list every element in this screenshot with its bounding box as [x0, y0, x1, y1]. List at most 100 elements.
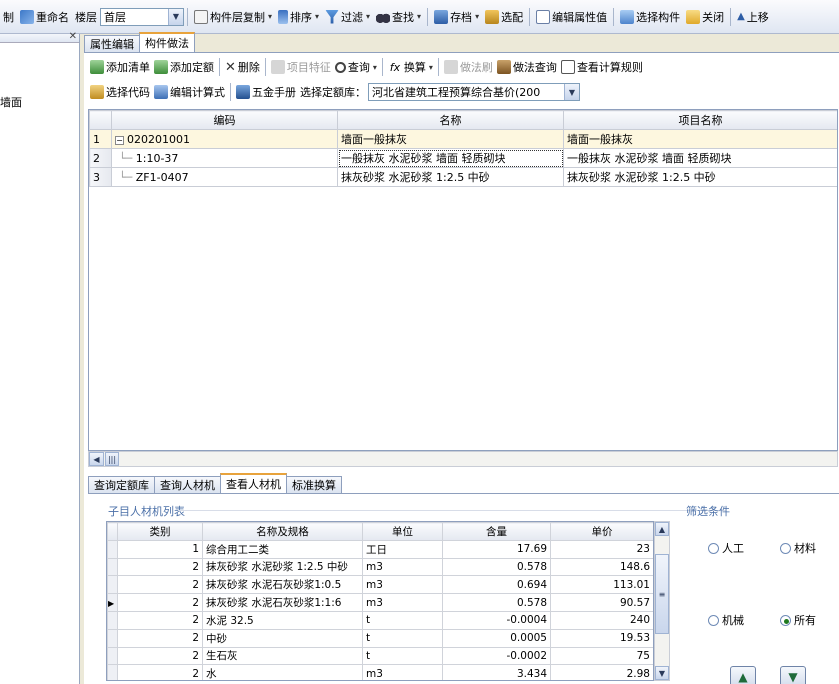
table-row[interactable]: 1 −020201001 墙面一般抹灰 墙面一般抹灰: [89, 129, 837, 149]
table-row[interactable]: ▶ 2 抹灰砂浆 水泥石灰砂浆1:1:6 m3 0.578 90.57: [107, 593, 653, 612]
scroll-thumb[interactable]: |||: [105, 452, 119, 466]
column-header-spec[interactable]: 名称及规格: [202, 522, 363, 541]
vertical-scrollbar[interactable]: ▲ ≡ ▼: [654, 521, 670, 681]
cell-price[interactable]: 2.98: [550, 664, 653, 680]
chevron-down-icon[interactable]: ▼: [564, 84, 579, 100]
cell-name[interactable]: 抹灰砂浆 水泥砂浆 1:2.5 中砂: [337, 167, 564, 187]
cell-unit[interactable]: m3: [362, 664, 443, 680]
cell-price[interactable]: 23: [550, 539, 653, 559]
row-number[interactable]: 1: [89, 129, 112, 149]
cell-qty[interactable]: -0.0002: [442, 646, 551, 666]
table-row[interactable]: 3 └─ ZF1-0407 抹灰砂浆 水泥砂浆 1:2.5 中砂 抹灰砂浆 水泥…: [89, 167, 837, 187]
row-indicator[interactable]: [107, 628, 118, 648]
add-list-button[interactable]: 添加清单: [88, 56, 152, 78]
horizontal-scrollbar[interactable]: ◀ |||: [88, 451, 838, 467]
row-indicator[interactable]: [107, 610, 118, 630]
cell-category[interactable]: 2: [117, 664, 203, 680]
tree-item-wall-surface[interactable]: 墙面: [0, 94, 22, 110]
row-number[interactable]: 2: [89, 148, 112, 168]
rename-button[interactable]: 重命名: [17, 6, 72, 28]
cell-qty[interactable]: 3.434: [442, 664, 551, 680]
cell-code[interactable]: └─ 1:10-37: [111, 148, 338, 168]
tab-view-resources[interactable]: 查看人材机: [220, 473, 287, 493]
cell-code[interactable]: −020201001: [111, 129, 338, 149]
cell-category[interactable]: 2: [117, 628, 203, 648]
close-icon[interactable]: ✕: [69, 31, 77, 42]
hardware-manual-button[interactable]: 五金手册: [234, 81, 298, 103]
cell-price[interactable]: 75: [550, 646, 653, 666]
row-indicator[interactable]: [107, 646, 118, 666]
archive-button[interactable]: 存档 ▾: [431, 6, 482, 28]
table-row[interactable]: 2 └─ 1:10-37 一般抹灰 水泥砂浆 墙面 轻质砌块 一般抹灰 水泥砂浆…: [89, 148, 837, 168]
column-header-price[interactable]: 单价: [550, 522, 653, 541]
column-header-project[interactable]: 项目名称: [563, 110, 837, 130]
table-row[interactable]: 2 中砂 t 0.0005 19.53: [107, 628, 653, 648]
cell-spec[interactable]: 综合用工二类: [202, 539, 363, 559]
row-indicator[interactable]: [107, 539, 118, 559]
cell-price[interactable]: 148.6: [550, 557, 653, 577]
cell-qty[interactable]: 0.0005: [442, 628, 551, 648]
table-row[interactable]: 2 生石灰 t -0.0002 75: [107, 646, 653, 666]
cell-category[interactable]: 2: [117, 646, 203, 666]
move-up-button[interactable]: ▲ 上移: [734, 6, 772, 28]
tab-attribute-edit[interactable]: 属性编辑: [84, 35, 140, 52]
find-button[interactable]: 查找 ▾: [373, 6, 424, 28]
select-code-button[interactable]: 选择代码: [88, 81, 152, 103]
method-query-button[interactable]: 做法查询: [495, 56, 559, 78]
filter-radio-material[interactable]: 材料: [780, 540, 816, 556]
cell-unit[interactable]: t: [362, 610, 443, 630]
row-indicator[interactable]: ▶: [107, 593, 118, 612]
cell-spec[interactable]: 抹灰砂浆 水泥砂浆 1:2.5 中砂: [202, 557, 363, 577]
collapse-icon[interactable]: −: [115, 135, 124, 145]
move-up-row-button[interactable]: ▲: [730, 666, 756, 684]
column-header-qty[interactable]: 含量: [442, 522, 551, 541]
cell-price[interactable]: 19.53: [550, 628, 653, 648]
sort-button[interactable]: 排序 ▾: [275, 6, 322, 28]
table-row[interactable]: 2 水泥 32.5 t -0.0004 240: [107, 610, 653, 630]
filter-radio-machine[interactable]: 机械: [708, 612, 744, 628]
table-row[interactable]: 2 抹灰砂浆 水泥石灰砂浆1:0.5 m3 0.694 113.01: [107, 575, 653, 595]
cell-spec[interactable]: 水: [202, 664, 363, 680]
tab-query-quota-lib[interactable]: 查询定额库: [88, 476, 155, 493]
cell-project[interactable]: 抹灰砂浆 水泥砂浆 1:2.5 中砂: [563, 167, 837, 187]
close-button[interactable]: 关闭: [683, 6, 727, 28]
filter-radio-all[interactable]: 所有: [780, 612, 816, 628]
match-button[interactable]: 选配: [482, 6, 526, 28]
row-indicator[interactable]: [107, 664, 118, 680]
column-header-unit[interactable]: 单位: [362, 522, 443, 541]
row-indicator[interactable]: [107, 557, 118, 577]
cell-price[interactable]: 113.01: [550, 575, 653, 595]
edit-attribute-button[interactable]: 编辑属性值: [533, 6, 610, 28]
convert-button[interactable]: fx 换算 ▾: [386, 56, 435, 78]
cell-unit[interactable]: m3: [362, 557, 443, 577]
tab-standard-convert[interactable]: 标准换算: [286, 476, 342, 493]
quota-lib-select[interactable]: 河北省建筑工程预算综合基价(200 ▼: [368, 83, 580, 101]
cell-spec[interactable]: 生石灰: [202, 646, 363, 666]
row-number[interactable]: 3: [89, 167, 112, 187]
column-header-name[interactable]: 名称: [337, 110, 564, 130]
scroll-up-icon[interactable]: ▲: [655, 522, 669, 536]
copy-layer-button[interactable]: 构件层复制 ▾: [191, 6, 275, 28]
select-component-button[interactable]: 选择构件: [617, 6, 683, 28]
calc-rules-button[interactable]: 查看计算规则: [559, 56, 645, 78]
cell-unit[interactable]: t: [362, 646, 443, 666]
cell-spec[interactable]: 水泥 32.5: [202, 610, 363, 630]
cell-name[interactable]: 墙面一般抹灰: [337, 129, 564, 149]
table-row[interactable]: 1 综合用工二类 工日 17.69 23: [107, 539, 653, 559]
cell-category[interactable]: 2: [117, 575, 203, 595]
filter-button[interactable]: 过滤 ▾: [322, 6, 373, 28]
cell-price[interactable]: 240: [550, 610, 653, 630]
cell-unit[interactable]: m3: [362, 575, 443, 595]
table-row[interactable]: 2 水 m3 3.434 2.98: [107, 664, 653, 680]
tab-component-method[interactable]: 构件做法: [139, 32, 195, 52]
cell-qty[interactable]: 0.578: [442, 557, 551, 577]
floor-select[interactable]: 首层 ▼: [100, 7, 184, 26]
cell-qty[interactable]: 0.694: [442, 575, 551, 595]
cell-qty[interactable]: -0.0004: [442, 610, 551, 630]
table-row[interactable]: 2 抹灰砂浆 水泥砂浆 1:2.5 中砂 m3 0.578 148.6: [107, 557, 653, 577]
tab-query-resources[interactable]: 查询人材机: [154, 476, 221, 493]
method-brush-button[interactable]: 做法刷: [442, 56, 495, 78]
cell-unit[interactable]: 工日: [362, 539, 443, 559]
cell-price[interactable]: 90.57: [550, 593, 653, 612]
cell-category[interactable]: 2: [117, 610, 203, 630]
